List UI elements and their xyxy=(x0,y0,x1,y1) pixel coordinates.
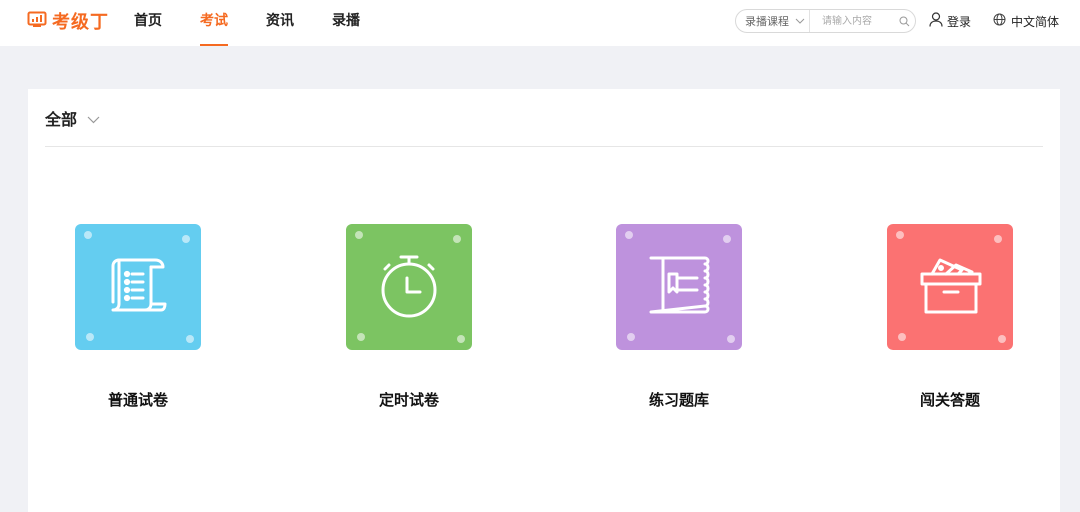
decor-dot xyxy=(625,231,633,239)
card-normal-paper[interactable]: 普通试卷 xyxy=(75,224,201,410)
card-tile xyxy=(346,224,472,350)
chevron-down-icon xyxy=(87,109,100,128)
search-category-value: 录播课程 xyxy=(745,15,789,28)
decor-dot xyxy=(727,335,735,343)
card-label: 练习题库 xyxy=(648,391,709,409)
decor-dot xyxy=(457,335,465,343)
nav-recorded-label: 录播 xyxy=(332,13,360,29)
search-icon xyxy=(899,12,910,31)
search-input[interactable] xyxy=(810,11,894,31)
chevron-down-icon xyxy=(795,18,805,24)
login-button[interactable]: 登录 xyxy=(929,11,971,31)
decor-dot xyxy=(723,235,731,243)
exam-category-panel: 全部 普通试卷 定时试卷 练习题库 闯关答题 xyxy=(28,89,1060,512)
scroll-list-icon xyxy=(105,252,171,322)
decor-dot xyxy=(994,235,1002,243)
card-practice-bank[interactable]: 练习题库 xyxy=(616,224,742,410)
nav-news-label: 资讯 xyxy=(266,13,294,29)
decor-dot xyxy=(357,333,365,341)
card-timed-paper[interactable]: 定时试卷 xyxy=(346,224,472,410)
decor-dot xyxy=(186,335,194,343)
category-filter-dropdown[interactable]: 全部 xyxy=(45,107,100,129)
card-level-quiz[interactable]: 闯关答题 xyxy=(887,224,1013,410)
card-label: 定时试卷 xyxy=(378,391,439,409)
logo[interactable]: 考级丁 xyxy=(27,9,109,33)
decor-dot xyxy=(627,333,635,341)
nav-active-indicator xyxy=(200,44,228,46)
search-button[interactable] xyxy=(894,11,914,31)
stopwatch-icon xyxy=(376,250,442,324)
search-category-select[interactable]: 录播课程 xyxy=(736,10,810,32)
user-icon xyxy=(929,12,943,30)
divider xyxy=(45,146,1043,147)
globe-icon xyxy=(993,13,1006,29)
card-tile xyxy=(887,224,1013,350)
top-navbar: 考级丁 首页 考试 资讯 录播 录播课程 登录 xyxy=(0,0,1080,46)
decor-dot xyxy=(182,235,190,243)
nav-home[interactable]: 首页 xyxy=(134,0,162,46)
filter-label: 全部 xyxy=(45,110,78,129)
card-tile xyxy=(616,224,742,350)
language-label: 中文简体 xyxy=(1011,14,1060,29)
decor-dot xyxy=(355,231,363,239)
card-label: 闯关答题 xyxy=(919,391,980,409)
decor-dot xyxy=(86,333,94,341)
decor-dot xyxy=(898,333,906,341)
card-tile xyxy=(75,224,201,350)
card-label: 普通试卷 xyxy=(107,391,168,409)
nav-recorded[interactable]: 录播 xyxy=(332,0,360,46)
logo-chart-icon xyxy=(27,10,47,32)
nav-exam[interactable]: 考试 xyxy=(200,0,228,46)
decor-dot xyxy=(896,231,904,239)
logo-text: 考级丁 xyxy=(52,12,109,33)
ticket-box-icon xyxy=(916,252,984,322)
nav-exam-label: 考试 xyxy=(200,13,228,29)
decor-dot xyxy=(998,335,1006,343)
login-label: 登录 xyxy=(947,14,972,29)
nav-home-label: 首页 xyxy=(134,13,162,29)
language-switcher[interactable]: 中文简体 xyxy=(993,11,1059,31)
search-box: 录播课程 xyxy=(735,9,916,33)
decor-dot xyxy=(453,235,461,243)
nav-news[interactable]: 资讯 xyxy=(266,0,294,46)
decor-dot xyxy=(84,231,92,239)
question-book-icon xyxy=(645,252,713,322)
